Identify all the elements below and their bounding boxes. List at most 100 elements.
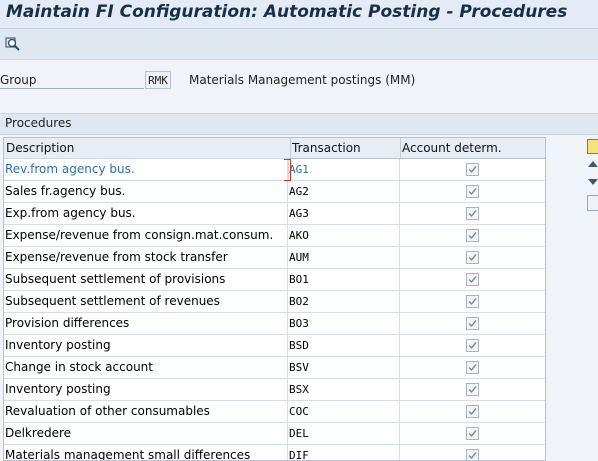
cell-transaction[interactable]: BSV: [288, 357, 400, 378]
account-determ-checkbox[interactable]: [466, 427, 479, 440]
account-determ-checkbox[interactable]: [466, 273, 479, 286]
cell-account-determ: [400, 203, 545, 224]
cell-description[interactable]: Expense/revenue from stock transfer: [4, 247, 288, 268]
cell-account-determ: [400, 247, 545, 268]
page-title: Maintain FI Configuration: Automatic Pos…: [6, 2, 568, 22]
cell-description[interactable]: Change in stock account: [4, 357, 288, 378]
table-side-controls: [586, 137, 598, 217]
procedures-table: Description Transaction Account determ. …: [3, 137, 546, 461]
checkmark-icon: [468, 430, 477, 438]
cell-account-determ: [400, 313, 545, 334]
scrollbar-thumb[interactable]: [587, 195, 598, 211]
scroll-up-icon[interactable]: [588, 161, 598, 167]
table-row[interactable]: Expense/revenue from stock transfer AUM: [4, 247, 545, 269]
header-transaction[interactable]: Transaction: [290, 138, 401, 158]
account-determ-checkbox[interactable]: [466, 405, 479, 418]
checkmark-icon: [468, 298, 477, 306]
account-determ-checkbox[interactable]: [466, 207, 479, 220]
cell-transaction[interactable]: AKO: [288, 225, 400, 246]
cell-description[interactable]: Delkredere: [4, 423, 288, 444]
checkmark-icon: [468, 166, 477, 174]
table-row[interactable]: Provision differences BO3: [4, 313, 545, 335]
account-determ-checkbox[interactable]: [466, 295, 479, 308]
cell-transaction[interactable]: BO1: [288, 269, 400, 290]
magnifier-icon: [5, 37, 20, 51]
table-row[interactable]: Revaluation of other consumables COC: [4, 401, 545, 423]
group-label: Group: [0, 73, 37, 87]
title-bar: Maintain FI Configuration: Automatic Pos…: [0, 0, 598, 29]
table-row[interactable]: Inventory posting BSD: [4, 335, 545, 357]
cell-description[interactable]: Subsequent settlement of provisions: [4, 269, 288, 290]
group-label-underline: [0, 88, 144, 89]
checkmark-icon: [468, 408, 477, 416]
cell-account-determ: [400, 401, 545, 422]
cell-description[interactable]: Subsequent settlement of revenues: [4, 291, 288, 312]
checkmark-icon: [468, 232, 477, 240]
table-row[interactable]: Rev.from agency bus. AG1: [4, 158, 545, 181]
group-row: Group RMK Materials Management postings …: [0, 71, 598, 91]
table-row[interactable]: Delkredere DEL: [4, 423, 545, 445]
group-description: Materials Management postings (MM): [189, 73, 416, 87]
cell-account-determ: [400, 423, 545, 444]
cell-account-determ: [400, 379, 545, 400]
table-settings-icon[interactable]: [587, 139, 598, 154]
cell-transaction[interactable]: BSX: [288, 379, 400, 400]
display-details-button[interactable]: [4, 35, 22, 53]
table-row[interactable]: Inventory posting BSX: [4, 379, 545, 401]
header-account-determ[interactable]: Account determ.: [400, 138, 545, 158]
cell-description[interactable]: Expense/revenue from consign.mat.consum.: [4, 225, 288, 246]
table-body: Rev.from agency bus. AG1 Sales fr.agency b…: [4, 158, 545, 460]
scroll-down-icon[interactable]: [588, 179, 598, 185]
checkmark-icon: [468, 320, 477, 328]
checkmark-icon: [468, 276, 477, 284]
cell-transaction[interactable]: AUM: [288, 247, 400, 268]
checkmark-icon: [468, 210, 477, 218]
cell-transaction[interactable]: DEL: [288, 423, 400, 444]
checkmark-icon: [468, 188, 477, 196]
account-determ-checkbox[interactable]: [466, 163, 479, 176]
cell-account-determ: [400, 159, 545, 180]
cell-account-determ: [400, 357, 545, 378]
toolbar: [0, 29, 598, 60]
cell-transaction[interactable]: BSD: [288, 335, 400, 356]
section-title: Procedures: [5, 116, 72, 130]
table-row[interactable]: Exp.from agency bus. AG3: [4, 203, 545, 225]
account-determ-checkbox[interactable]: [466, 449, 479, 460]
checkmark-icon: [468, 342, 477, 350]
cell-account-determ: [400, 335, 545, 356]
table-row[interactable]: Subsequent settlement of provisions BO1: [4, 269, 545, 291]
group-field[interactable]: RMK: [145, 71, 171, 89]
checkmark-icon: [468, 386, 477, 394]
cell-description[interactable]: Revaluation of other consumables: [4, 401, 288, 422]
cell-account-determ: [400, 291, 545, 312]
cell-transaction[interactable]: AG2: [288, 181, 400, 202]
cell-account-determ: [400, 269, 545, 290]
checkmark-icon: [468, 254, 477, 262]
cell-transaction[interactable]: BO2: [288, 291, 400, 312]
cell-description[interactable]: Sales fr.agency bus.: [4, 181, 288, 202]
table-row[interactable]: Expense/revenue from consign.mat.consum.…: [4, 225, 545, 247]
account-determ-checkbox[interactable]: [466, 317, 479, 330]
table-row[interactable]: Subsequent settlement of revenues BO2: [4, 291, 545, 313]
cell-transaction[interactable]: BO3: [288, 313, 400, 334]
account-determ-checkbox[interactable]: [466, 383, 479, 396]
cell-description[interactable]: Rev.from agency bus.: [4, 158, 289, 181]
account-determ-checkbox[interactable]: [466, 229, 479, 242]
account-determ-checkbox[interactable]: [466, 185, 479, 198]
cell-description[interactable]: Inventory posting: [4, 379, 288, 400]
checkmark-icon: [468, 364, 477, 372]
cell-description[interactable]: Inventory posting: [4, 335, 288, 356]
cell-account-determ: [400, 181, 545, 202]
account-determ-checkbox[interactable]: [466, 339, 479, 352]
table-row[interactable]: Change in stock account BSV: [4, 357, 545, 379]
cell-transaction[interactable]: COC: [288, 401, 400, 422]
cell-transaction[interactable]: AG3: [288, 203, 400, 224]
table-row[interactable]: Sales fr.agency bus. AG2: [4, 181, 545, 203]
header-description[interactable]: Description: [4, 138, 291, 158]
account-determ-checkbox[interactable]: [466, 361, 479, 374]
cell-description[interactable]: Provision differences: [4, 313, 288, 334]
table-header: Description Transaction Account determ.: [4, 138, 545, 159]
cell-transaction[interactable]: AG1: [288, 159, 400, 180]
account-determ-checkbox[interactable]: [466, 251, 479, 264]
cell-description[interactable]: Exp.from agency bus.: [4, 203, 288, 224]
